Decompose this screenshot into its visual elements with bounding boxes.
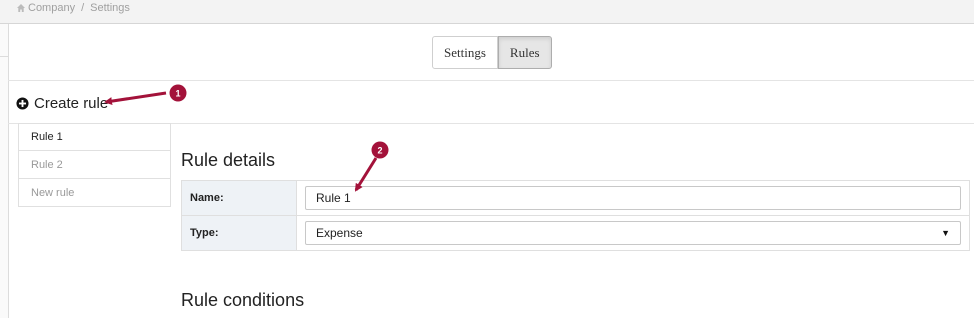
rule-type-value: Expense (316, 226, 363, 240)
create-rule-button[interactable]: Create rule (16, 94, 108, 112)
name-cell (297, 181, 969, 215)
type-row: Type: Expense ▼ (182, 216, 969, 250)
plus-circle-icon (16, 96, 29, 110)
breadcrumb-separator: / (81, 2, 85, 14)
rule-details-heading: Rule details (181, 150, 276, 170)
breadcrumb-settings[interactable]: Settings (90, 1, 130, 15)
caret-down-icon: ▼ (941, 228, 950, 238)
rule-list-item-rule-2[interactable]: Rule 2 (18, 151, 171, 179)
annotation-number-2: 2 (377, 146, 382, 156)
home-icon (17, 4, 25, 12)
divider (8, 80, 974, 81)
annotation-badge-1: 1 (169, 84, 187, 102)
name-row: Name: (182, 181, 969, 216)
left-sidebar-edge (0, 24, 9, 318)
rule-conditions-heading: Rule conditions (181, 290, 305, 310)
create-rule-label: Create rule (34, 94, 109, 112)
type-label: Type: (182, 216, 297, 250)
rule-list-item-rule-1[interactable]: Rule 1 (18, 123, 171, 151)
breadcrumb: Company / Settings (16, 0, 130, 16)
settings-tabs: Settings Rules (432, 36, 552, 69)
annotation-arrow-1 (104, 91, 167, 106)
annotation-badge-2: 2 (371, 141, 389, 159)
type-cell: Expense ▼ (297, 216, 969, 250)
annotation-number-1: 1 (175, 89, 180, 99)
tab-settings[interactable]: Settings (432, 36, 498, 69)
rule-list: Rule 1 Rule 2 New rule (18, 123, 171, 207)
name-label: Name: (182, 181, 297, 215)
rule-list-item-new-rule[interactable]: New rule (18, 179, 171, 207)
top-bar: Company / Settings (0, 0, 974, 24)
sidebar-divider (0, 56, 8, 57)
tab-rules[interactable]: Rules (497, 36, 552, 69)
rule-details-form: Name: Type: Expense ▼ (181, 180, 970, 251)
rule-name-input[interactable] (305, 186, 961, 210)
breadcrumb-company[interactable]: Company (28, 1, 75, 15)
rule-type-select[interactable]: Expense ▼ (305, 221, 961, 245)
